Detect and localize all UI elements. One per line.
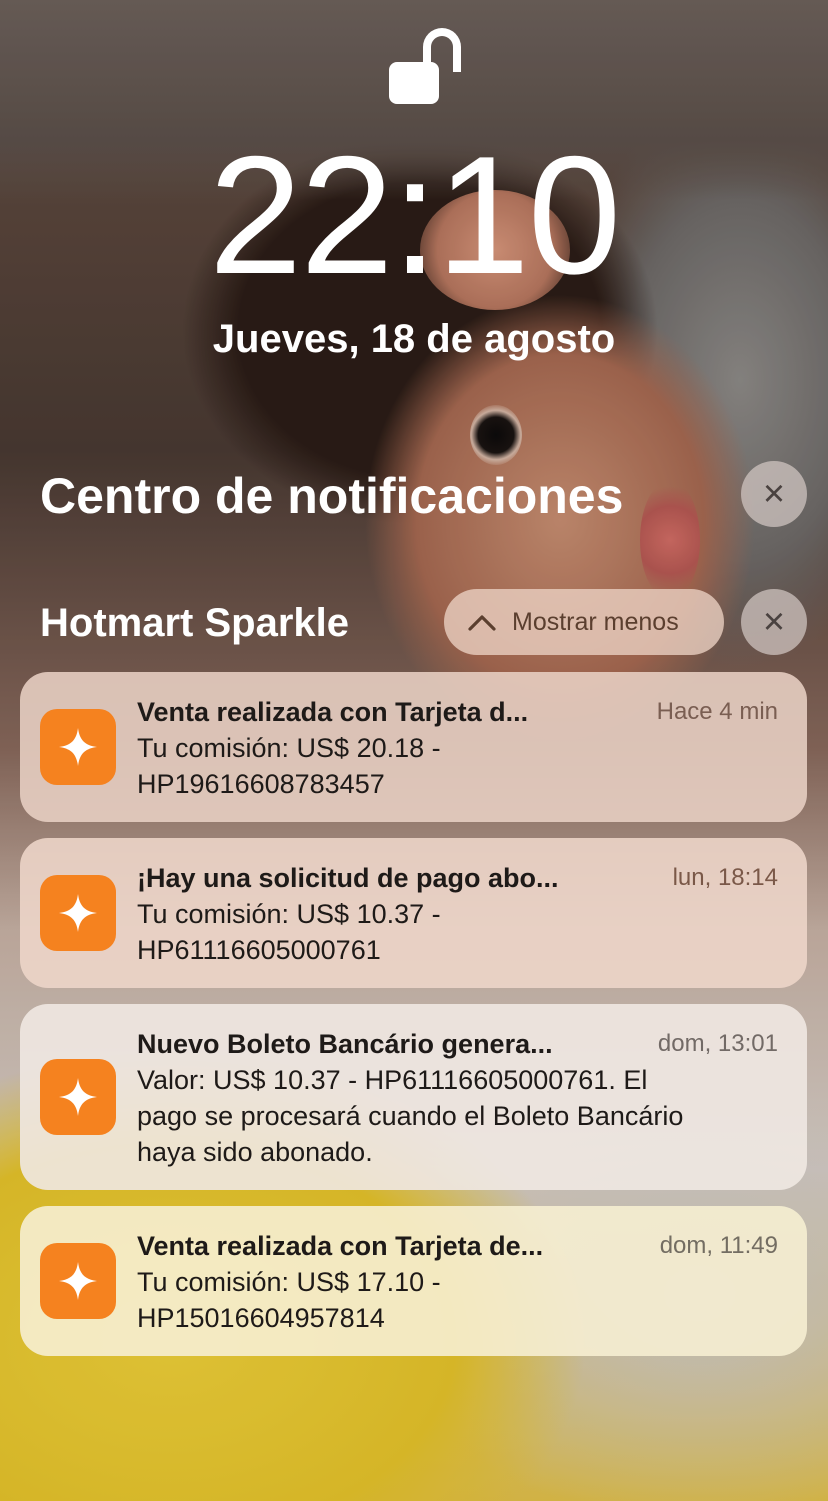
- notification-body-line: HP61116605000761: [137, 935, 381, 965]
- lockscreen-clock: 22:10: [208, 121, 621, 309]
- notification-title: Venta realizada con Tarjeta de...: [137, 1231, 544, 1261]
- notification-title: Nuevo Boleto Bancário genera...: [137, 1029, 553, 1059]
- notification-time: Hace 4 min: [656, 698, 778, 725]
- notification-body-line: pago se procesará cuando el Boleto Bancá…: [137, 1101, 684, 1131]
- notification-group-app-name: Hotmart Sparkle: [40, 601, 349, 645]
- notification-card[interactable]: Venta realizada con Tarjeta de... dom, 1…: [20, 1206, 807, 1356]
- chevron-up-icon: [466, 613, 498, 631]
- notification-center-title: Centro de notificaciones: [40, 468, 624, 524]
- hotmart-sparkle-app-icon: [40, 1243, 116, 1319]
- hotmart-sparkle-app-icon: [40, 709, 116, 785]
- clear-all-button[interactable]: ×: [741, 461, 807, 527]
- notification-body: Tu comisión: US$ 10.37 - HP6111660500076…: [137, 896, 787, 968]
- notification-body-line: HP19616608783457: [137, 769, 385, 799]
- close-icon: ×: [762, 473, 786, 515]
- notification-title: Venta realizada con Tarjeta d...: [137, 697, 529, 727]
- clear-group-button[interactable]: ×: [741, 589, 807, 655]
- notification-body-line: HP15016604957814: [137, 1303, 385, 1333]
- sparkle-icon: [59, 1078, 97, 1116]
- notification-body: Tu comisión: US$ 20.18 - HP1961660878345…: [137, 730, 787, 802]
- show-less-button[interactable]: Mostrar menos: [444, 589, 724, 655]
- sparkle-icon: [59, 728, 97, 766]
- notification-card[interactable]: Nuevo Boleto Bancário genera... dom, 13:…: [20, 1004, 807, 1190]
- hotmart-sparkle-app-icon: [40, 1059, 116, 1135]
- show-less-label: Mostrar menos: [512, 608, 679, 636]
- notification-time: dom, 13:01: [657, 1030, 778, 1057]
- close-icon: ×: [762, 601, 786, 643]
- unlocked-padlock-icon: [389, 24, 465, 106]
- notification-body-line: Tu comisión: US$ 17.10 -: [137, 1267, 441, 1297]
- lockscreen-date: Jueves, 18 de agosto: [212, 317, 616, 361]
- notification-time: dom, 11:49: [659, 1232, 778, 1259]
- notification-body-line: Tu comisión: US$ 10.37 -: [137, 899, 441, 929]
- sparkle-icon: [59, 1262, 97, 1300]
- notification-body-line: haya sido abonado.: [137, 1137, 373, 1167]
- notification-time: lun, 18:14: [672, 864, 778, 891]
- notification-card[interactable]: ¡Hay una solicitud de pago abo... lun, 1…: [20, 838, 807, 988]
- notification-title: ¡Hay una solicitud de pago abo...: [137, 863, 559, 893]
- notification-body: Valor: US$ 10.37 - HP61116605000761. El …: [137, 1062, 787, 1170]
- notification-body-line: Tu comisión: US$ 20.18 -: [137, 733, 441, 763]
- sparkle-icon: [59, 894, 97, 932]
- notification-body: Tu comisión: US$ 17.10 - HP1501660495781…: [137, 1264, 787, 1336]
- notification-card[interactable]: Venta realizada con Tarjeta d... Hace 4 …: [20, 672, 807, 822]
- hotmart-sparkle-app-icon: [40, 875, 116, 951]
- notification-body-line: Valor: US$ 10.37 - HP61116605000761. El: [137, 1065, 648, 1095]
